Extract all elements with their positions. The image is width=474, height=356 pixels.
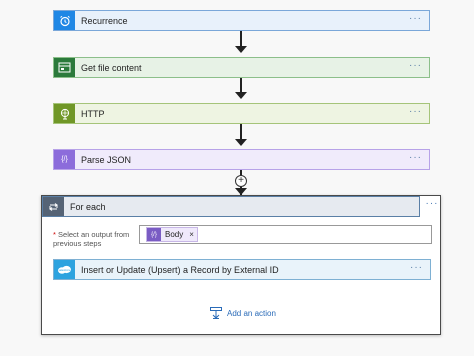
http-title: HTTP xyxy=(81,109,105,119)
add-action-label: Add an action xyxy=(227,308,276,318)
globe-icon xyxy=(54,104,75,123)
connector-arrow xyxy=(240,124,242,140)
data-operation-icon: {/} xyxy=(147,228,161,241)
ftp-icon xyxy=(54,58,75,77)
parse-json-card[interactable]: {/} Parse JSON ··· xyxy=(53,149,430,170)
connector-arrowhead xyxy=(235,46,247,53)
upsert-record-card[interactable]: salesforce Insert or Update (Upsert) a R… xyxy=(53,259,431,280)
required-marker: * xyxy=(53,230,56,239)
select-output-label: * Select an output from previous steps xyxy=(53,230,130,248)
loop-icon xyxy=(43,197,64,216)
salesforce-icon: salesforce xyxy=(54,260,75,279)
add-step-button[interactable]: + xyxy=(235,175,247,187)
recurrence-title: Recurrence xyxy=(81,16,128,26)
body-token[interactable]: {/} Body × xyxy=(146,227,198,242)
connector-arrowhead xyxy=(235,139,247,146)
connector-arrowhead xyxy=(235,92,247,99)
connector-arrowhead xyxy=(235,188,247,195)
http-more-button[interactable]: ··· xyxy=(409,106,422,117)
foreach-more-button[interactable]: ··· xyxy=(424,198,440,215)
body-token-label: Body xyxy=(165,230,184,239)
recurrence-card[interactable]: Recurrence ··· xyxy=(53,10,430,31)
upsert-more-button[interactable]: ··· xyxy=(410,262,423,273)
get-file-content-card[interactable]: Get file content ··· xyxy=(53,57,430,78)
select-output-input[interactable]: {/} Body × xyxy=(139,225,432,244)
remove-token-button[interactable]: × xyxy=(189,230,194,239)
svg-text:salesforce: salesforce xyxy=(59,268,71,272)
upsert-record-title: Insert or Update (Upsert) a Record by Ex… xyxy=(81,265,279,275)
foreach-title: For each xyxy=(70,202,106,212)
foreach-container: For each ··· * Select an output from pre… xyxy=(41,195,441,335)
get-file-content-more-button[interactable]: ··· xyxy=(409,60,422,71)
http-card[interactable]: HTTP ··· xyxy=(53,103,430,124)
connector-arrow xyxy=(240,31,242,47)
add-action-icon xyxy=(210,307,222,319)
recurrence-more-button[interactable]: ··· xyxy=(409,13,422,24)
add-action-button[interactable]: Add an action xyxy=(210,307,276,319)
alarm-clock-icon xyxy=(54,11,75,30)
parse-json-title: Parse JSON xyxy=(81,155,132,165)
connector-arrow xyxy=(240,78,242,93)
data-operation-icon: {/} xyxy=(54,150,75,169)
get-file-content-title: Get file content xyxy=(81,63,142,73)
parse-json-more-button[interactable]: ··· xyxy=(409,152,422,163)
foreach-header[interactable]: For each xyxy=(42,196,420,217)
